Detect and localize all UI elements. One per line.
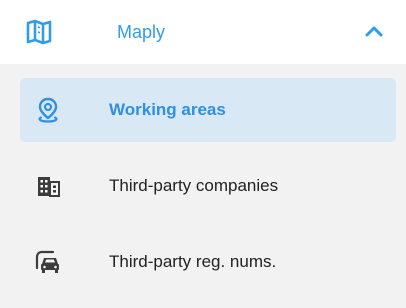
submenu: Working areas Third-party companies Thir… <box>0 64 406 308</box>
map-icon <box>26 19 52 45</box>
menu-item-working-areas[interactable]: Working areas <box>20 78 396 142</box>
menu-item-label: Working areas <box>109 100 226 119</box>
menu-item-label: Third-party reg. nums. <box>109 252 277 271</box>
chevron-up-icon[interactable] <box>364 22 384 42</box>
menu-item-label: Third-party companies <box>109 176 279 195</box>
navigation-menu: Maply Working areas Third-party companie… <box>0 0 406 308</box>
car-icon <box>35 250 59 273</box>
menu-item-third-party-reg-nums[interactable]: Third-party reg. nums. <box>20 230 396 294</box>
building-icon <box>38 177 60 197</box>
section-label: Maply <box>117 22 166 42</box>
menu-item-third-party-companies[interactable]: Third-party companies <box>20 154 396 218</box>
location-pin-icon <box>38 97 58 123</box>
section-header-maply[interactable]: Maply <box>0 0 406 64</box>
